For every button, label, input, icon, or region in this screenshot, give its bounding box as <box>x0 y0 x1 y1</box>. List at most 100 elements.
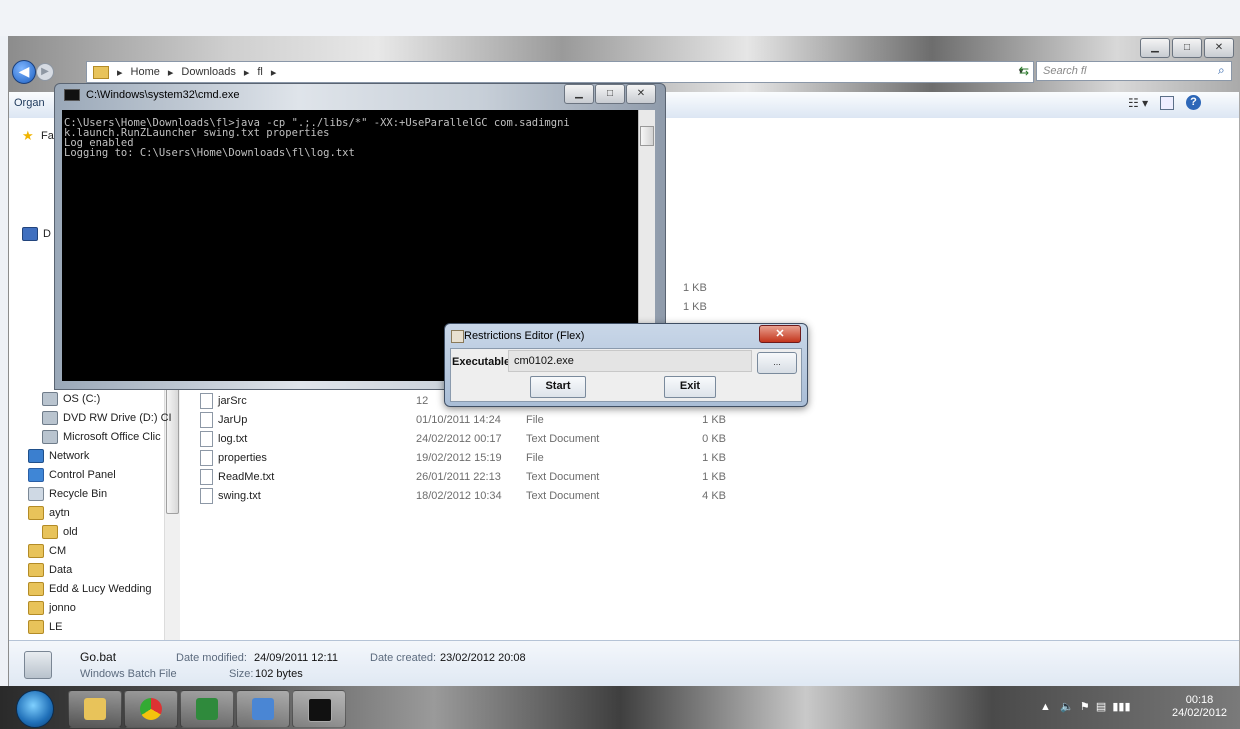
search-input[interactable]: Search fl <box>1036 61 1232 81</box>
details-created-value: 23/02/2012 20:08 <box>440 652 526 664</box>
file-row[interactable]: ReadMe.txt 26/01/2011 22:13 Text Document 1… <box>200 468 726 486</box>
sidebar-item[interactable]: Microsoft Office Clic <box>42 430 161 444</box>
document-icon <box>200 469 213 485</box>
batch-file-icon <box>24 651 52 679</box>
dvd-drive-icon <box>42 411 58 425</box>
start-button[interactable] <box>16 690 54 728</box>
taskbar-cmd-button[interactable] <box>292 690 346 728</box>
change-view-icon[interactable]: ☷ ▾ <box>1128 96 1148 110</box>
organize-button[interactable]: Organ <box>14 97 45 109</box>
start-button[interactable]: Start <box>530 376 586 398</box>
minimize-button[interactable]: ▁ <box>1140 38 1170 58</box>
document-icon <box>200 488 213 504</box>
desktop-top-strip <box>0 0 1240 36</box>
file-type: Text Document <box>526 471 600 483</box>
file-name-text: properties <box>218 452 267 464</box>
file-size: 1 KB <box>702 452 726 464</box>
details-size-value: 102 bytes <box>255 668 303 680</box>
sidebar-item[interactable]: OS (C:) <box>42 392 100 406</box>
cmd-title-text: C:\Windows\system32\cmd.exe <box>86 89 240 101</box>
file-name: jarSrc <box>200 393 416 409</box>
file-row[interactable]: swing.txt 18/02/2012 10:34 Text Document 4 … <box>200 487 726 505</box>
help-icon[interactable]: ? <box>1186 95 1201 110</box>
file-row[interactable]: JarUp 01/10/2011 14:24 File 1 KB <box>200 411 726 429</box>
folder-icon <box>42 525 58 539</box>
file-row[interactable]: log.txt 24/02/2012 00:17 Text Document 0 KB <box>200 430 726 448</box>
breadcrumb-fl[interactable]: fl <box>257 66 263 78</box>
dialog-close-button[interactable]: ✕ <box>759 325 801 343</box>
preview-pane-icon[interactable] <box>1160 96 1174 110</box>
sidebar-item-label: Fa <box>41 130 54 142</box>
folder-icon <box>28 544 44 558</box>
folder-icon <box>28 620 44 634</box>
details-filetype: Windows Batch File <box>80 668 177 680</box>
drive-icon <box>42 392 58 406</box>
taskbar-clock[interactable]: 00:18 24/02/2012 <box>1172 694 1227 720</box>
sidebar-item-label: old <box>63 526 78 538</box>
file-type: File <box>526 452 544 464</box>
cmd-minimize-button[interactable]: ▁ <box>564 84 594 104</box>
file-date-modified: 24/02/2012 00:17 <box>416 433 502 445</box>
forward-button[interactable]: ▶ <box>36 63 54 81</box>
sidebar-item[interactable]: Recycle Bin <box>28 487 107 501</box>
breadcrumb-separator: ▸ <box>243 66 250 79</box>
breadcrumb-home[interactable]: Home <box>131 66 160 78</box>
cmd-title: C:\Windows\system32\cmd.exe <box>64 89 239 101</box>
sidebar-item[interactable]: Edd & Lucy Wedding <box>28 582 152 596</box>
sidebar-item[interactable]: D <box>22 227 51 241</box>
sidebar-item[interactable]: CM <box>28 544 66 558</box>
search-icon[interactable]: ⌕ <box>1218 63 1225 78</box>
sidebar-item[interactable]: Network <box>28 449 89 463</box>
cmd-window-controls: ▁ □ ✕ <box>564 84 656 104</box>
close-button[interactable]: ✕ <box>1204 38 1234 58</box>
address-bar[interactable]: ▸ Home ▸ Downloads ▸ fl ▸ <box>86 61 1034 83</box>
sidebar-item[interactable]: aytn <box>28 506 70 520</box>
drive-icon <box>42 430 58 444</box>
file-size: 4 KB <box>702 490 726 502</box>
sidebar-item-label: Data <box>49 564 73 576</box>
taskbar-explorer-button[interactable] <box>68 690 122 728</box>
cmd-close-button[interactable]: ✕ <box>626 84 656 104</box>
details-size-label: Size: <box>229 668 254 680</box>
breadcrumb-separator: ▸ <box>117 66 123 79</box>
file-name-text: log.txt <box>218 433 248 445</box>
breadcrumb-downloads[interactable]: Downloads <box>181 66 235 78</box>
maximize-button[interactable]: □ <box>1172 38 1202 58</box>
cmd-maximize-button[interactable]: □ <box>595 84 625 104</box>
breadcrumb-separator: ▸ <box>167 66 174 79</box>
star-icon: ★ <box>22 128 34 143</box>
file-row[interactable]: properties 19/02/2012 15:19 File 1 KB <box>200 449 726 467</box>
back-button[interactable]: ◀ <box>12 60 36 84</box>
folder-icon <box>28 506 44 520</box>
file-name: JarUp <box>200 412 416 428</box>
exit-button[interactable]: Exit <box>664 376 716 398</box>
file-date-modified: 19/02/2012 15:19 <box>416 452 502 464</box>
system-tray-icons[interactable]: ▲ 🔈 ⚑ ▤ ▮▮▮ <box>1040 700 1131 713</box>
file-name-text: ReadMe.txt <box>218 471 275 483</box>
sidebar-item-label: aytn <box>49 507 70 519</box>
sidebar-item[interactable]: jonno <box>28 601 76 615</box>
refresh-icon[interactable]: ⇆ <box>1014 61 1034 81</box>
file-name: swing.txt <box>200 488 416 504</box>
paint-icon <box>252 698 274 720</box>
taskbar-excel-button[interactable] <box>180 690 234 728</box>
file-type: File <box>526 414 544 426</box>
control-panel-icon <box>28 468 44 482</box>
sidebar-item-label: Microsoft Office Clic <box>63 431 161 443</box>
sidebar-item[interactable]: LE <box>28 620 62 634</box>
sidebar-item[interactable]: Control Panel <box>28 468 116 482</box>
taskbar-chrome-button[interactable] <box>124 690 178 728</box>
file-name-text: JarUp <box>218 414 248 426</box>
sidebar-item[interactable]: Data <box>28 563 72 577</box>
executable-field[interactable]: cm0102.exe <box>508 350 752 372</box>
taskbar-paint-button[interactable] <box>236 690 290 728</box>
sidebar-item-label: Edd & Lucy Wedding <box>49 583 152 595</box>
sidebar-item[interactable]: ★ Fa <box>22 128 54 143</box>
file-size: 1 KB <box>702 414 726 426</box>
file-date-modified: 26/01/2011 22:13 <box>416 471 501 483</box>
browse-button[interactable]: ... <box>757 352 797 374</box>
cmd-scroll-thumb[interactable] <box>640 126 654 146</box>
sidebar-item[interactable]: old <box>42 525 78 539</box>
sidebar-item[interactable]: DVD RW Drive (D:) CI <box>42 411 172 425</box>
document-icon <box>200 450 213 466</box>
